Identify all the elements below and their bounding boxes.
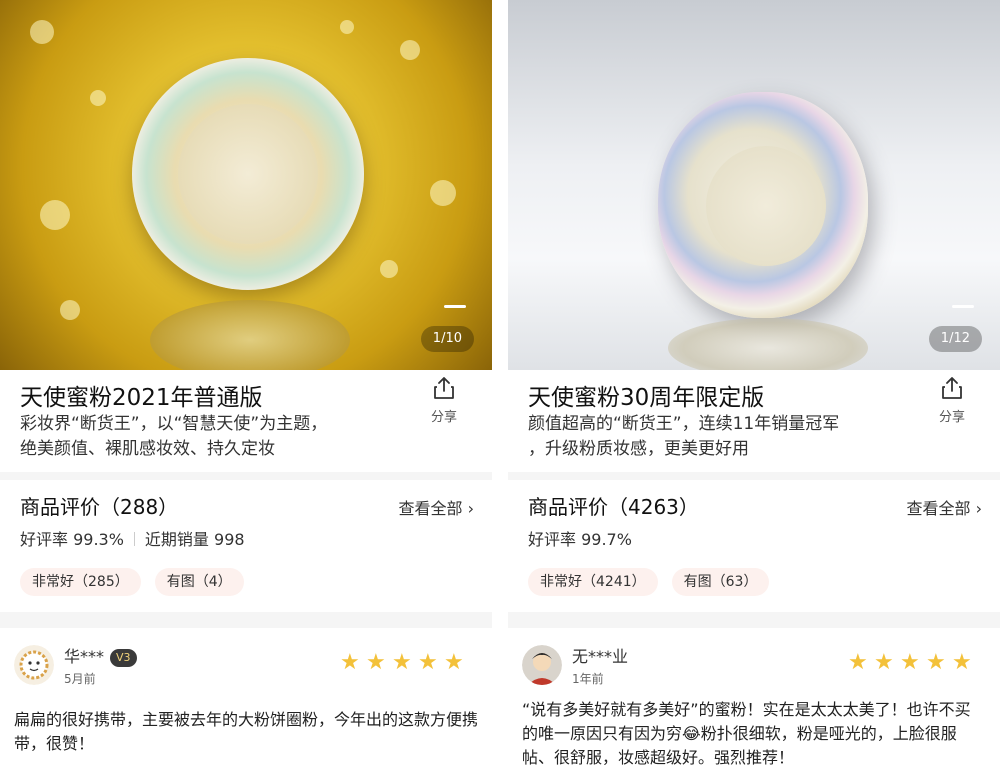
product-description: 彩妆界“断货王”，以“智慧天使”为主题， 绝美颜值、裸肌感妆效、持久定妆 [20,414,328,459]
section-divider [0,612,492,628]
product-image-carousel[interactable]: 1/12 [508,0,1000,370]
star-icon: ★ [340,650,360,675]
star-icon: ★ [926,650,946,675]
star-icon: ★ [900,650,920,675]
review-stats: 好评率 99.7% [528,526,632,550]
star-icon: ★ [848,650,868,675]
star-icon: ★ [418,650,438,675]
review-date: 1年前 [572,672,604,686]
share-icon [434,377,454,399]
review-username: 华*** V3 [64,643,137,667]
star-icon: ★ [444,650,464,675]
reviews-title: 商品评价（4263） [528,495,699,519]
product-title: 天使蜜粉30周年限定版 [528,385,765,411]
avatar [14,645,54,685]
recent-sales: 近期销量 998 [144,530,245,549]
star-icon: ★ [392,650,412,675]
section-divider [508,612,1000,628]
view-all-reviews-link[interactable]: 查看全部 › [907,495,983,519]
review-date: 5月前 [64,672,96,686]
section-divider [0,472,492,480]
product-panel-30th: 1/12 天使蜜粉30周年限定版 分享 颜值超高的“断货王”，连续11年销量冠军… [508,0,1000,777]
product-description: 颜值超高的“断货王”，连续11年销量冠军 ，升级粉质妆感，更美更好用 [528,414,840,459]
share-icon [942,377,962,399]
view-all-reviews-link[interactable]: 查看全部 › [399,495,475,519]
panel-gutter [492,0,508,777]
product-title: 天使蜜粉2021年普通版 [20,385,263,411]
product-panel-2021: 1/10 天使蜜粉2021年普通版 分享 彩妆界“断货王”，以“智慧天使”为主题… [0,0,492,777]
share-label: 分享 [430,410,457,425]
image-counter: 1/12 [928,326,982,352]
positive-rate: 好评率 99.3% [20,530,124,549]
tag-very-good[interactable]: 非常好（285） [20,568,141,596]
review-tags: 非常好（285） 有图（4） [20,568,244,596]
review-stats: 好评率 99.3% 近期销量 998 [20,526,245,550]
review-text: 扁扁的很好携带，主要被去年的大粉饼圈粉，今年出的这款方便携带，很赞！ [14,710,479,753]
tag-very-good[interactable]: 非常好（4241） [528,568,658,596]
review-username: 无***业 [572,647,629,666]
review-text: “说有多美好就有多美好”的蜜粉！实在是太太太美了！也许不买的唯一原因只有因为穷😂… [522,700,971,767]
tag-with-images[interactable]: 有图（63） [671,568,770,596]
star-icon: ★ [366,650,386,675]
share-button[interactable]: 分享 [424,376,464,425]
user-level-badge: V3 [110,649,137,667]
share-button[interactable]: 分享 [932,376,972,425]
star-icon: ★ [952,650,972,675]
share-label: 分享 [938,410,965,425]
product-image-carousel[interactable]: 1/10 [0,0,492,370]
review-rating: ★ ★ ★ ★ ★ [848,652,974,674]
section-divider [508,472,1000,480]
image-counter: 1/10 [420,326,474,352]
tag-with-images[interactable]: 有图（4） [154,568,244,596]
review-rating: ★ ★ ★ ★ ★ [340,652,466,674]
star-icon: ★ [874,650,894,675]
positive-rate: 好评率 99.7% [528,530,632,549]
reviews-title: 商品评价（288） [20,495,179,519]
avatar [522,645,562,685]
review-tags: 非常好（4241） 有图（63） [528,568,770,596]
